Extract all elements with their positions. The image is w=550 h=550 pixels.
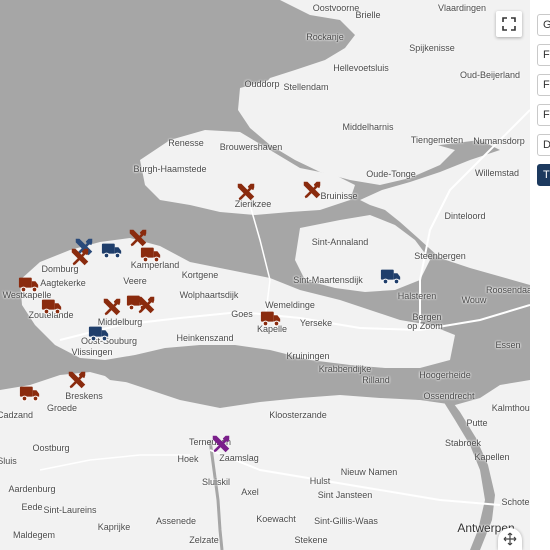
place-label: Vlissingen [71,347,113,357]
tools-marker-icon[interactable] [66,369,88,391]
truck-marker-icon[interactable] [140,243,162,265]
place-label: Tiengemeten [410,135,464,145]
place-label: Spijkenisse [409,43,455,53]
place-label: Sluiskil [201,477,231,487]
tools-marker-icon[interactable] [69,246,91,268]
place-label: Roosendaal [485,285,530,295]
place-label: Middelharnis [342,122,394,132]
truck-marker-icon[interactable] [88,322,110,344]
place-label: Schoten [501,497,530,507]
place-label: Rockanje [306,32,344,42]
place-label: Eede [21,502,43,512]
place-label: Zelzate [189,535,219,545]
place-label: Veere [123,276,147,286]
tools-marker-icon[interactable] [210,433,232,455]
place-label: Sint-Maartensdijk [293,275,363,285]
place-label: Kapellen [474,452,510,462]
filter-button[interactable]: T [537,164,550,186]
place-label: Willemstad [474,168,520,178]
place-label: Sint-Laureins [43,505,97,515]
place-label: Axel [241,487,259,497]
move-icon [503,532,517,546]
place-label: Aardenburg [8,484,56,494]
place-label: Cadzand [0,410,34,420]
truck-marker-icon[interactable] [41,295,63,317]
place-label: Kloosterzande [269,410,327,420]
place-label: Sint-Gillis-Waas [314,516,378,526]
place-label: Sluis [0,456,17,466]
place-label: Renesse [168,138,204,148]
fullscreen-icon [502,17,516,31]
place-label: Dinteloord [444,211,486,221]
tools-marker-icon[interactable] [101,296,123,318]
place-label: Koewacht [256,514,296,524]
truck-marker-icon[interactable] [380,265,402,287]
filter-button[interactable]: F [537,74,550,96]
place-label: Nieuw Namen [340,467,398,477]
place-label: Essen [495,340,521,350]
place-label: Sint Jansteen [317,490,373,500]
place-label: Stabroek [444,438,482,448]
place-label: Burgh-Haamstede [133,164,207,174]
place-label: Kruiningen [286,351,330,361]
place-label: Halsteren [397,291,437,301]
place-label: Rilland [362,375,390,385]
place-label: Oud-Beijerland [459,70,521,80]
place-label: Hulst [309,476,331,486]
place-label: Kaprijke [97,522,131,532]
place-label: Putte [466,418,488,428]
truck-marker-icon[interactable] [19,382,41,404]
truck-marker-icon[interactable] [260,307,282,329]
place-label: Stekene [294,535,328,545]
place-label: Kortgene [181,270,219,280]
place-label: Wouw [461,295,487,305]
place-label: op Zoom [407,321,443,331]
place-label: Breskens [65,391,103,401]
place-label: Hoogerheide [419,370,471,380]
place-label: Yerseke [299,318,333,328]
place-label: Sint-Annaland [311,237,369,247]
place-label: Heinkenszand [176,333,234,343]
place-label: Maldegem [12,530,56,540]
place-label: Vlaardingen [437,3,487,13]
tools-marker-icon[interactable] [235,181,257,203]
filter-button[interactable]: F [537,44,550,66]
place-label: Goes [231,309,253,319]
fullscreen-button[interactable] [496,11,522,37]
place-label: Ossendrecht [423,391,475,401]
place-label: Aagtekerke [40,278,86,288]
place-label: Groede [46,403,78,413]
map-canvas[interactable]: Oostvoorne Brielle Vlaardingen Rockanje Spij… [0,0,530,550]
place-label: Hoek [177,454,199,464]
place-label: Brouwershaven [219,142,283,152]
place-label: Assenede [155,516,197,526]
place-label: Wolphaartsdijk [179,290,239,300]
place-label: Bruinisse [320,191,358,201]
place-label: Numansdorp [473,136,525,146]
place-label: Brielle [355,10,381,20]
place-label: Steenbergen [414,251,466,261]
place-label: Oostvoorne [312,3,360,13]
place-label: Stellendam [283,82,329,92]
filter-button[interactable]: G [537,14,550,36]
tools-marker-icon[interactable] [135,294,157,316]
place-label: Oude-Tonge [366,169,416,179]
tools-marker-icon[interactable] [301,179,323,201]
place-label: Ouddorp [244,79,280,89]
place-label: Kalmthout [491,403,530,413]
filter-button[interactable]: F [537,104,550,126]
place-label: Oostburg [32,443,70,453]
truck-marker-icon[interactable] [18,273,40,295]
truck-marker-icon[interactable] [101,239,123,261]
map-pan-button[interactable] [498,528,522,550]
place-label: Krabbendijke [318,364,372,374]
filter-button[interactable]: D [537,134,550,156]
place-label: Hellevoetsluis [333,63,389,73]
